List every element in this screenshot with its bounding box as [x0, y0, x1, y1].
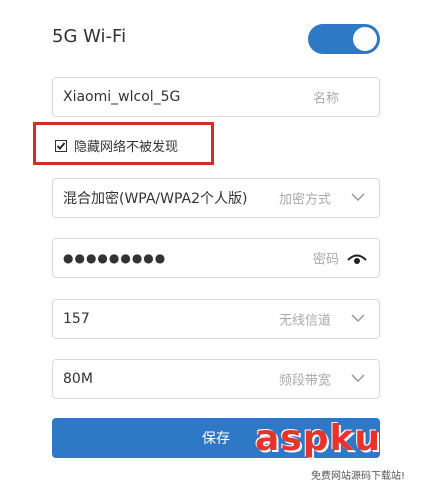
encryption-hint: 加密方式	[278, 192, 331, 208]
channel-hint: 无线信道	[278, 313, 331, 329]
encryption-select[interactable]: 混合加密(WPA/WPA2个人版) 加密方式	[52, 178, 380, 218]
watermark-sub-text: 免费网站源码下载站!	[311, 467, 406, 482]
bandwidth-select[interactable]: 80M 频段带宽	[52, 359, 380, 399]
channel-value: 157	[63, 311, 90, 327]
encryption-value: 混合加密(WPA/WPA2个人版)	[63, 191, 248, 207]
password-hint: 密码	[312, 252, 339, 268]
watermark-main-text: aspku	[255, 418, 382, 459]
ssid-value: Xiaomi_wlcol_5G	[63, 89, 181, 105]
password-field[interactable]: ●●●●●●●●● 密码	[52, 238, 380, 278]
wifi-title: 5G Wi-Fi	[52, 26, 127, 47]
chevron-down-icon	[351, 313, 365, 323]
password-value: ●●●●●●●●●	[63, 251, 167, 265]
wifi-toggle[interactable]	[308, 24, 380, 54]
toggle-knob	[353, 27, 377, 51]
channel-select[interactable]: 157 无线信道	[52, 299, 380, 339]
chevron-down-icon	[351, 373, 365, 383]
ssid-hint: 名称	[312, 91, 339, 107]
site-watermark-logo: aspku 免费网站源码下载站!	[253, 418, 426, 483]
bandwidth-value: 80M	[63, 371, 93, 387]
hide-network-option[interactable]: 隐藏网络不被发现	[55, 136, 178, 155]
hide-network-label: 隐藏网络不被发现	[74, 140, 179, 155]
bandwidth-hint: 频段带宽	[278, 373, 331, 389]
show-password-eye-icon[interactable]	[347, 251, 367, 267]
chevron-down-icon	[351, 192, 365, 202]
ssid-field[interactable]: Xiaomi_wlcol_5G 名称	[52, 77, 380, 117]
hide-network-checkbox[interactable]	[55, 139, 67, 152]
checkmark-icon	[56, 141, 66, 150]
